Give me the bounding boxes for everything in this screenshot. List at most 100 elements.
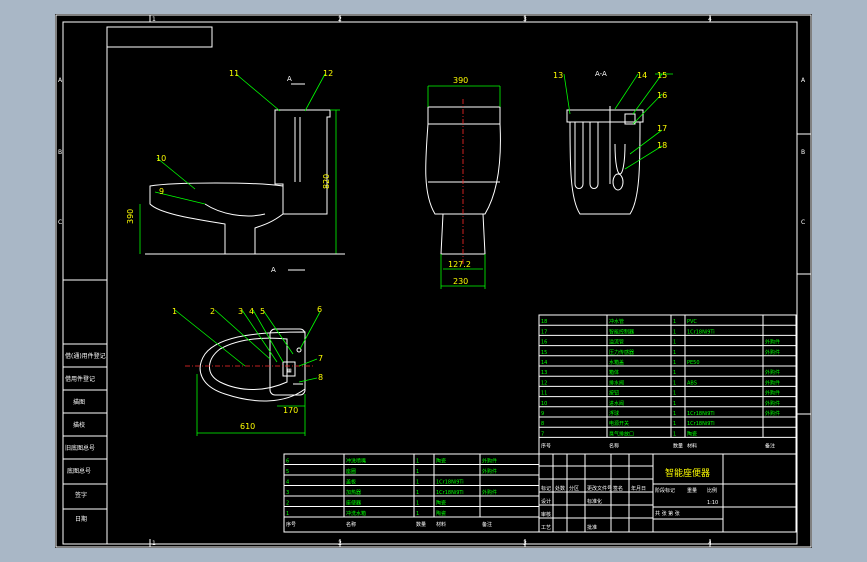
table-cell: 电源开关 — [609, 420, 629, 427]
part-label: 16 — [657, 91, 667, 100]
table-cell: 1 — [673, 380, 676, 386]
zone-letter: B — [801, 149, 805, 156]
table-row: 14 水箱盖 1 PE50 — [539, 355, 796, 366]
tb-label: 批准 — [587, 524, 597, 531]
zone-letter: C — [58, 219, 62, 226]
table-row: 8 电源开关 1 1Cr18Ni9Ti — [539, 416, 796, 427]
table-cell: 1Cr18Ni9Ti — [687, 411, 715, 417]
table-cell: 1 — [416, 480, 419, 486]
tb-label: 处数 — [555, 485, 565, 492]
tb-label: 签名 — [613, 485, 623, 492]
table-row: 9 浮球 1 1Cr18Ni9Ti 外购件 — [539, 406, 796, 417]
table-header-cell: 数量 — [416, 521, 426, 528]
section-view[interactable]: A-A 13 14 15 16 17 18 — [553, 70, 673, 215]
table-cell: 10 — [541, 401, 547, 407]
side-view[interactable]: 11 12 10 9 820 390 A A — [126, 69, 345, 274]
part-label: 15 — [657, 71, 667, 80]
table-header-cell: 备注 — [765, 442, 775, 449]
zone-number: 1 — [152, 16, 156, 23]
tb-label: 分区 — [569, 485, 579, 492]
zone-number: 1 — [152, 540, 156, 547]
zone-number: 4 — [708, 16, 712, 23]
table-header-cell: 名称 — [609, 442, 619, 449]
table-cell: 进水阀 — [609, 400, 624, 407]
title-block: 标记 处数 分区 更改文件号 签名 年月日 设计 标准化 审核 工艺 批准 阶段… — [538, 453, 797, 533]
part-label: 17 — [657, 124, 667, 133]
table-cell: 陶瓷 — [436, 510, 446, 517]
table-cell: 1 — [673, 360, 676, 366]
part-label: 13 — [553, 71, 563, 80]
table-row: 11 按钮 1 外购件 — [539, 385, 796, 397]
strip-label: 底图总号 — [67, 467, 91, 475]
table-cell: 陶瓷 — [436, 458, 446, 465]
cad-window: 1 2 3 4 1 2 3 4 A B C A B C 借(通)用件登记 借用件… — [0, 0, 867, 562]
table-cell: 外购件 — [482, 489, 497, 496]
drawing-title: 智能座便器 — [665, 467, 710, 479]
table-cell: 排水阀 — [609, 379, 624, 386]
table-cell: 智能控制器 — [609, 328, 634, 335]
part-label: 11 — [229, 69, 239, 78]
table-cell: 外购件 — [765, 390, 780, 397]
table-cell: 水箱盖 — [609, 359, 624, 366]
section-arrow: A — [271, 266, 276, 274]
zone-number: 2 — [338, 16, 342, 23]
plan-view[interactable]: ▦ 1 2 3 4 5 6 7 8 170 610 — [172, 305, 323, 436]
table-row: 6 冲洗喷嘴 1 陶瓷 外购件 — [284, 453, 539, 465]
zone-letter: A — [801, 77, 806, 84]
table-cell: 冲水管 — [609, 318, 624, 325]
strip-label: 签字 — [75, 491, 87, 499]
table-cell: 外购件 — [765, 349, 780, 356]
table-cell: 冲洗喷嘴 — [346, 458, 366, 465]
table-cell: 9 — [541, 411, 544, 417]
zone-number: 3 — [523, 16, 527, 23]
part-label: 3 — [238, 307, 243, 316]
part-label: 2 — [210, 307, 215, 316]
part-label: 12 — [323, 69, 333, 78]
table-cell: 1 — [673, 350, 676, 356]
table-cell: 13 — [541, 370, 547, 376]
table-cell: 溢流管 — [609, 339, 624, 346]
strip-label: 日期 — [75, 515, 87, 523]
zone-number: 3 — [523, 540, 527, 547]
table-cell: 3 — [286, 490, 289, 496]
table-header-cell: 材料 — [687, 442, 697, 449]
table-cell: 外购件 — [765, 369, 780, 376]
tb-value: 1:10 — [707, 500, 718, 506]
table-cell: 1Cr18Ni9Ti — [687, 329, 715, 335]
table-cell: 1 — [673, 431, 676, 437]
table-cell: 按钮 — [609, 390, 619, 397]
table-cell: 17 — [541, 329, 547, 335]
table-row: 7 臭气排放口 1 陶瓷 — [539, 426, 796, 437]
tb-label: 比例 — [707, 487, 717, 494]
front-view[interactable]: 390 127.2 230 — [425, 76, 501, 289]
tb-label: 标准化 — [587, 498, 602, 505]
tb-label: 标记 — [541, 485, 551, 492]
top-left-box — [106, 26, 213, 48]
table-cell: 1 — [416, 469, 419, 475]
tb-label: 重量 — [687, 487, 697, 494]
strip-label: 描校 — [73, 421, 85, 429]
drawing-sheet: 1 2 3 4 1 2 3 4 A B C A B C 借(通)用件登记 借用件… — [55, 14, 812, 548]
table-cell: 陶瓷 — [687, 430, 697, 437]
table-row: 18 冲水管 1 PVC — [539, 314, 796, 325]
table-cell: 1 — [416, 501, 419, 507]
table-cell: 1Cr18Ni9Ti — [436, 480, 464, 486]
table-cell: 箱体 — [609, 369, 619, 376]
part-label: 5 — [260, 307, 265, 316]
table-row: 10 进水阀 1 外购件 — [539, 396, 796, 407]
table-header-cell: 数量 — [673, 442, 683, 449]
table-cell: 臭气排放口 — [609, 430, 634, 437]
dimension: 230 — [453, 277, 468, 286]
dimension: 127.2 — [448, 260, 471, 269]
table-row: 13 箱体 1 外购件 — [539, 365, 796, 376]
drawing-canvas[interactable]: 1 2 3 4 1 2 3 4 A B C A B C 借(通)用件登记 借用件… — [55, 14, 812, 548]
table-row: 2 座便器 1 陶瓷 — [284, 495, 539, 507]
tb-label: 更改文件号 — [587, 485, 612, 492]
table-cell: PE50 — [687, 360, 700, 366]
table-cell: 压力传感器 — [609, 349, 634, 356]
qr-mark: ▦ — [287, 368, 292, 374]
table-cell: 1Cr18Ni9Ti — [436, 490, 464, 496]
part-label: 6 — [317, 305, 322, 314]
table-row: 15 压力传感器 1 外购件 — [539, 345, 796, 356]
table-row: 17 智能控制器 1 1Cr18Ni9Ti — [539, 324, 796, 335]
